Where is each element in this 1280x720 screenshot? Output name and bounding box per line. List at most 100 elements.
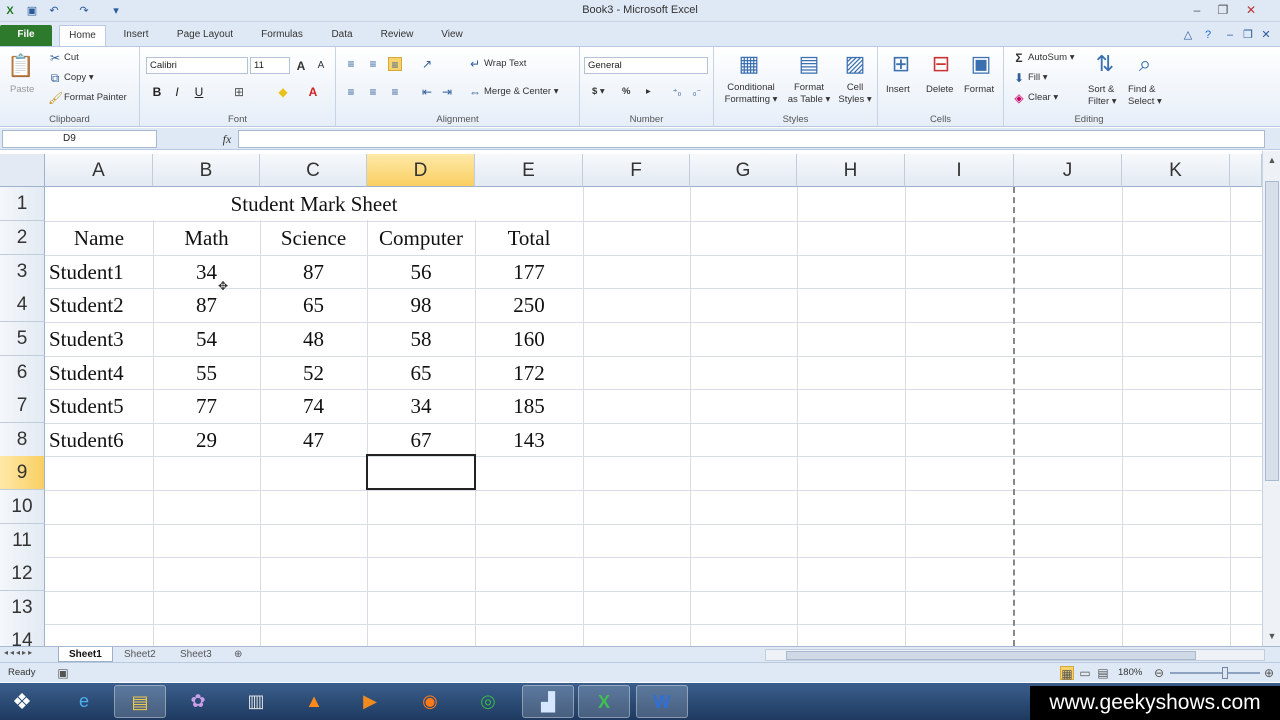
column-header[interactable]: K bbox=[1122, 154, 1230, 187]
insert-cells-icon[interactable]: ⊞ bbox=[886, 49, 916, 79]
font-size-select[interactable]: 11 bbox=[250, 57, 290, 74]
currency-button[interactable]: $ ▾ bbox=[592, 85, 605, 99]
row-header[interactable]: 11 bbox=[0, 524, 45, 558]
minimize-ribbon-icon[interactable]: △ bbox=[1180, 27, 1196, 43]
column-header[interactable]: A bbox=[45, 154, 153, 187]
row-header[interactable]: 10 bbox=[0, 490, 45, 524]
select-all-button[interactable] bbox=[0, 154, 45, 187]
align-right-icon[interactable]: ≡ bbox=[388, 85, 402, 99]
workbook-close-icon[interactable]: ✕ bbox=[1258, 27, 1274, 43]
copy-icon[interactable]: ⧉ bbox=[48, 71, 62, 85]
column-header[interactable]: B bbox=[153, 154, 260, 187]
cell-styles-icon[interactable]: ▨ bbox=[840, 49, 870, 79]
active-cell[interactable] bbox=[366, 454, 476, 490]
row-header-selected[interactable]: 9 bbox=[0, 456, 45, 490]
format-cells-icon[interactable]: ▣ bbox=[966, 49, 996, 79]
vlc-icon[interactable]: ▲ bbox=[288, 685, 340, 718]
data-cell[interactable]: 67 bbox=[367, 423, 475, 457]
header-cell[interactable]: Name bbox=[45, 221, 153, 255]
row-header[interactable]: 1 bbox=[0, 187, 45, 221]
format-as-table-icon[interactable]: ▤ bbox=[794, 49, 824, 79]
format-as-table-button-2[interactable]: as Table ▾ bbox=[784, 93, 834, 107]
data-cell[interactable]: 54 bbox=[153, 322, 260, 356]
firefox-icon[interactable]: ◉ bbox=[404, 685, 456, 718]
row-header[interactable]: 13 bbox=[0, 591, 45, 625]
merge-center-button[interactable]: Merge & Center ▾ bbox=[484, 85, 558, 99]
workbook-restore-icon[interactable]: ❐ bbox=[1240, 27, 1256, 43]
font-color-icon[interactable]: A bbox=[306, 85, 320, 99]
row-header[interactable]: 5 bbox=[0, 322, 45, 356]
copy-button[interactable]: Copy ▾ bbox=[64, 71, 94, 85]
row-header[interactable]: 3 bbox=[0, 255, 45, 289]
sheet-title-cell[interactable]: Student Mark Sheet bbox=[45, 187, 583, 221]
autosum-button[interactable]: AutoSum ▾ bbox=[1028, 51, 1074, 65]
name-cell[interactable]: Student6 bbox=[49, 423, 124, 457]
data-cell[interactable]: 34 bbox=[367, 389, 475, 423]
column-header[interactable]: E bbox=[475, 154, 583, 187]
autosum-icon[interactable]: Σ bbox=[1012, 51, 1026, 65]
data-cell[interactable]: 52 bbox=[260, 356, 367, 390]
column-header-selected[interactable]: D bbox=[367, 154, 475, 187]
data-cell[interactable]: 48 bbox=[260, 322, 367, 356]
data-cell[interactable]: 58 bbox=[367, 322, 475, 356]
cut-button[interactable]: Cut bbox=[64, 51, 79, 65]
row-header[interactable]: 6 bbox=[0, 356, 45, 390]
close-icon[interactable]: ✕ bbox=[1240, 2, 1262, 18]
name-cell[interactable]: Student1 bbox=[49, 255, 124, 289]
library-icon[interactable]: ▥ bbox=[230, 685, 282, 718]
start-button-icon[interactable]: ❖ bbox=[2, 685, 42, 718]
name-box[interactable]: D9 bbox=[2, 130, 157, 148]
tab-review[interactable]: Review bbox=[372, 25, 422, 46]
column-header[interactable]: C bbox=[260, 154, 367, 187]
name-cell[interactable]: Student3 bbox=[49, 322, 124, 356]
insert-function-icon[interactable]: fx bbox=[220, 132, 234, 146]
app-icon[interactable]: ▟ bbox=[522, 685, 574, 718]
vertical-scrollbar[interactable]: ▲ ▼ bbox=[1262, 151, 1280, 646]
sort-filter-button-2[interactable]: Filter ▾ bbox=[1088, 95, 1117, 109]
align-left-icon[interactable]: ≡ bbox=[344, 85, 358, 99]
sheet-nav-icon[interactable]: ◂◂◂▸▸ bbox=[4, 648, 34, 657]
workbook-minimize-icon[interactable]: ‒ bbox=[1222, 27, 1238, 43]
borders-icon[interactable]: ⊞ bbox=[232, 85, 246, 99]
help-icon[interactable]: ? bbox=[1200, 27, 1216, 43]
align-top-icon[interactable]: ≡ bbox=[344, 57, 358, 71]
scroll-down-icon[interactable]: ▼ bbox=[1265, 629, 1279, 643]
bold-icon[interactable]: B bbox=[150, 85, 164, 99]
data-cell[interactable]: 98 bbox=[367, 288, 475, 322]
zoom-slider-thumb[interactable] bbox=[1222, 667, 1228, 679]
name-cell[interactable]: Student2 bbox=[49, 288, 124, 322]
horizontal-scrollbar[interactable] bbox=[765, 649, 1265, 661]
data-cell[interactable]: 55 bbox=[153, 356, 260, 390]
cell-styles-button-2[interactable]: Styles ▾ bbox=[834, 93, 876, 107]
word-taskbar-icon[interactable]: W bbox=[636, 685, 688, 718]
data-cell[interactable]: 87 bbox=[260, 255, 367, 289]
align-middle-icon[interactable]: ≡ bbox=[366, 57, 380, 71]
number-format-select[interactable]: General bbox=[584, 57, 708, 74]
conditional-formatting-button-2[interactable]: Formatting ▾ bbox=[720, 93, 782, 107]
chrome-icon[interactable]: ◎ bbox=[462, 685, 514, 718]
column-header[interactable]: J bbox=[1014, 154, 1122, 187]
internet-explorer-icon[interactable]: e bbox=[58, 685, 110, 718]
conditional-formatting-icon[interactable]: ▦ bbox=[734, 49, 764, 79]
media-player-icon[interactable]: ▶ bbox=[344, 685, 396, 718]
total-cell[interactable]: 250 bbox=[475, 288, 583, 322]
data-cell[interactable]: 34 bbox=[153, 255, 260, 289]
name-cell[interactable]: Student4 bbox=[49, 356, 124, 390]
header-cell[interactable]: Total bbox=[475, 221, 583, 255]
font-name-select[interactable]: Calibri bbox=[146, 57, 248, 74]
data-cell[interactable]: 87 bbox=[153, 288, 260, 322]
decrease-indent-icon[interactable]: ⇤ bbox=[420, 85, 434, 99]
page-layout-view-icon[interactable]: ▭ bbox=[1078, 666, 1092, 680]
sheet-tab-1[interactable]: Sheet1 bbox=[58, 647, 113, 662]
header-cell[interactable]: Science bbox=[260, 221, 367, 255]
total-cell[interactable]: 172 bbox=[475, 356, 583, 390]
excel-taskbar-icon[interactable]: X bbox=[578, 685, 630, 718]
macro-record-icon[interactable]: ▣ bbox=[56, 666, 70, 680]
tab-insert[interactable]: Insert bbox=[114, 25, 158, 46]
restore-icon[interactable]: ❐ bbox=[1212, 2, 1234, 18]
percent-button[interactable]: % bbox=[622, 85, 630, 99]
new-sheet-icon[interactable]: ⊕ bbox=[228, 647, 248, 662]
row-header[interactable]: 7 bbox=[0, 389, 45, 423]
data-cell[interactable]: 77 bbox=[153, 389, 260, 423]
sort-filter-icon[interactable]: ⇅ bbox=[1090, 49, 1120, 79]
